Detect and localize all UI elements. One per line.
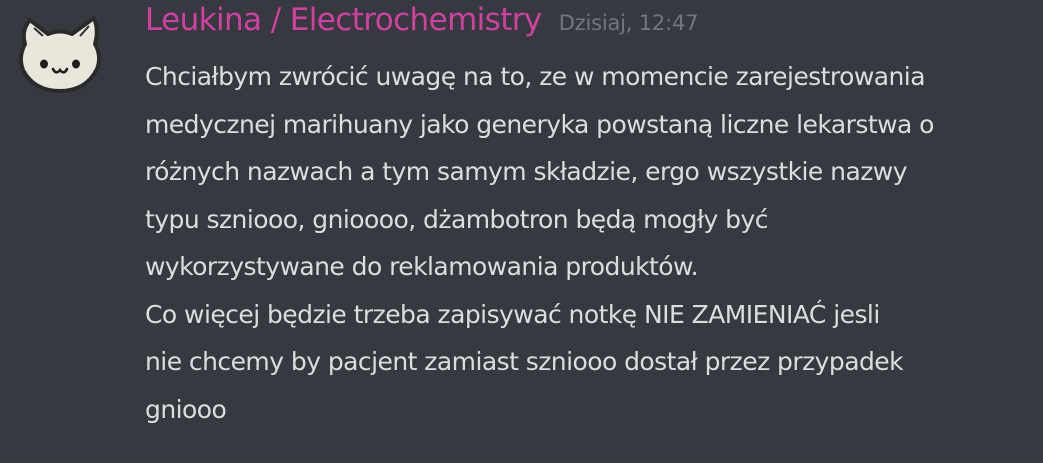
message-line: Co więcej będzie trzeba zapisywać notkę … xyxy=(145,299,880,329)
author-name[interactable]: Leukina / Electrochemistry xyxy=(145,2,542,38)
message-line: różnych nazwach a tym samym składzie, er… xyxy=(145,157,907,186)
message-line: typu szniooo, gnioooo, dżambotron będą m… xyxy=(145,204,768,234)
message-line: gniooo xyxy=(145,394,227,424)
message-content: Chciałbym zwrócić uwagę na to, ze w mome… xyxy=(145,53,1035,433)
message-header: Leukina / Electrochemistry Dzisiaj, 12:4… xyxy=(145,2,698,38)
message-line: medycznej marihuany jako generyka powsta… xyxy=(145,109,934,139)
message-paragraph: Co więcej będzie trzeba zapisywać notkę … xyxy=(145,291,1035,434)
message-line: wykorzystywane do reklamowania produktów… xyxy=(145,252,699,281)
message-line: Chciałbym zwrócić uwagę na to, ze w mome… xyxy=(145,62,926,91)
message-timestamp: Dzisiaj, 12:47 xyxy=(558,11,699,35)
message-line: nie chcemy by pacjent zamiast szniooo do… xyxy=(145,347,904,376)
cat-face-icon xyxy=(18,16,102,93)
avatar[interactable] xyxy=(16,14,104,96)
chat-message: Leukina / Electrochemistry Dzisiaj, 12:4… xyxy=(0,0,1043,463)
message-paragraph: Chciałbym zwrócić uwagę na to, ze w mome… xyxy=(145,53,1035,291)
